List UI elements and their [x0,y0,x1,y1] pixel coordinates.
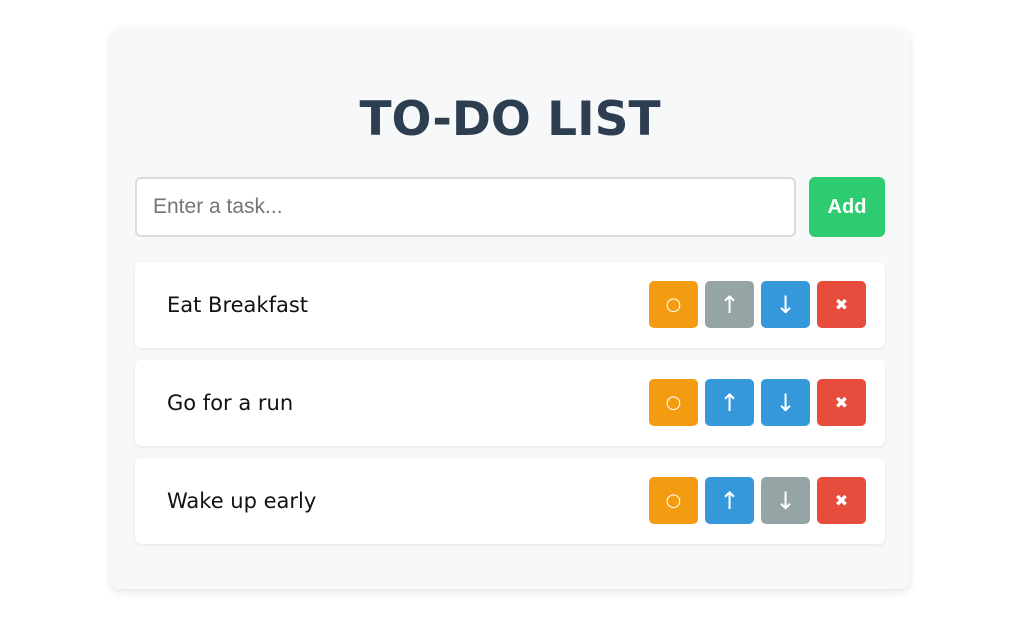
todo-card: TO-DO LIST Add Eat Breakfast ○ ↑ ↓ ✖ [110,28,910,589]
toggle-complete-button[interactable]: ○ [649,477,698,524]
toggle-complete-button[interactable]: ○ [649,281,698,328]
move-up-button[interactable]: ↑ [705,477,754,524]
arrow-down-icon: ↓ [775,388,796,417]
toggle-complete-button[interactable]: ○ [649,379,698,426]
delete-button[interactable]: ✖ [817,379,866,426]
task-item: Wake up early ○ ↑ ↓ ✖ [135,458,885,544]
add-button[interactable]: Add [809,177,885,237]
arrow-down-icon: ↓ [775,486,796,515]
delete-button[interactable]: ✖ [817,477,866,524]
task-text[interactable]: Go for a run [167,360,293,446]
task-text[interactable]: Eat Breakfast [167,262,308,348]
close-icon: ✖ [834,295,849,314]
page-title: TO-DO LIST [359,92,661,147]
circle-icon: ○ [665,490,682,511]
circle-icon: ○ [665,392,682,413]
move-down-button[interactable]: ↓ [761,477,810,524]
arrow-up-icon: ↑ [719,486,740,515]
task-actions: ○ ↑ ↓ ✖ [649,379,866,426]
task-actions: ○ ↑ ↓ ✖ [649,477,866,524]
close-icon: ✖ [834,491,849,510]
task-item: Go for a run ○ ↑ ↓ ✖ [135,360,885,446]
task-item: Eat Breakfast ○ ↑ ↓ ✖ [135,262,885,348]
circle-icon: ○ [665,294,682,315]
task-actions: ○ ↑ ↓ ✖ [649,281,866,328]
arrow-down-icon: ↓ [775,290,796,319]
delete-button[interactable]: ✖ [817,281,866,328]
close-icon: ✖ [834,393,849,412]
task-list: Eat Breakfast ○ ↑ ↓ ✖ Go for a run ○ ↑ ↓… [135,262,885,556]
arrow-up-icon: ↑ [719,388,740,417]
arrow-up-icon: ↑ [719,290,740,319]
task-text[interactable]: Wake up early [167,458,316,544]
move-down-button[interactable]: ↓ [761,281,810,328]
move-up-button[interactable]: ↑ [705,281,754,328]
task-input[interactable] [135,177,796,237]
move-down-button[interactable]: ↓ [761,379,810,426]
move-up-button[interactable]: ↑ [705,379,754,426]
